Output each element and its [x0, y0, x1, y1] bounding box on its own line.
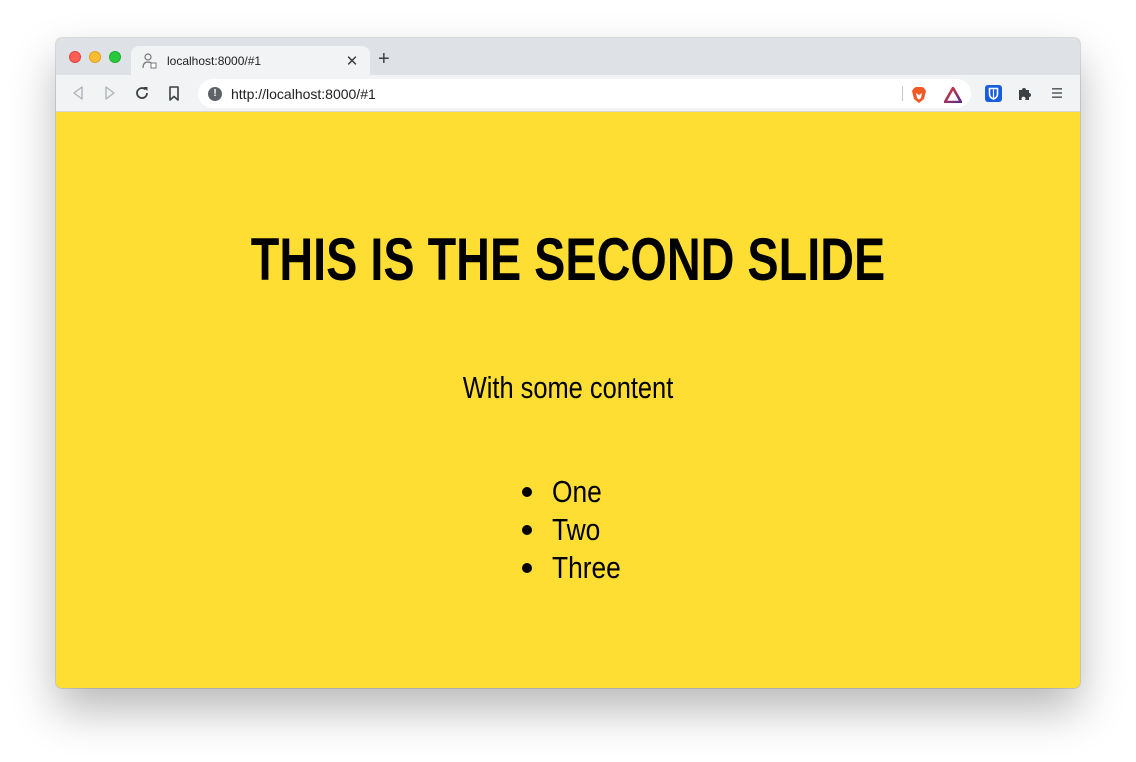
url-text[interactable]: http://localhost:8000/#1	[231, 86, 376, 102]
user-agent-icon	[141, 52, 157, 69]
bookmark-icon[interactable]	[164, 83, 184, 103]
bullet-icon	[522, 525, 532, 535]
slide-title: THIS IS THE SECOND SLIDE	[250, 226, 886, 293]
maximize-window-button[interactable]	[109, 51, 121, 63]
extensions-puzzle-icon[interactable]	[1016, 84, 1034, 102]
back-icon[interactable]	[68, 83, 88, 103]
new-tab-button[interactable]: +	[378, 49, 390, 69]
list-item: Two	[522, 511, 633, 549]
tab-strip: localhost:8000/#1 ✕ +	[56, 38, 1080, 75]
browser-tab[interactable]: localhost:8000/#1 ✕	[131, 46, 370, 75]
slide-subtitle: With some content	[462, 370, 674, 405]
info-icon[interactable]: !	[208, 86, 222, 101]
list-item-text: Three	[552, 550, 621, 585]
list-item: Three	[522, 549, 633, 587]
tab-close-icon[interactable]: ✕	[344, 52, 360, 70]
slide-list: One Two Three	[522, 473, 633, 587]
address-bar[interactable]: ! http://localhost:8000/#1	[198, 79, 971, 108]
list-item: One	[522, 473, 633, 511]
list-item-text: Two	[552, 512, 601, 547]
browser-toolbar: ! http://localhost:8000/#1	[56, 75, 1080, 112]
forward-icon[interactable]	[100, 83, 120, 103]
menu-icon[interactable]	[1048, 84, 1066, 102]
brave-shields-icon[interactable]	[910, 86, 928, 104]
reload-icon[interactable]	[132, 83, 152, 103]
minimize-window-button[interactable]	[89, 51, 101, 63]
browser-window: localhost:8000/#1 ✕ + ! http://localhost…	[56, 38, 1080, 688]
bullet-icon	[522, 563, 532, 573]
slide: THIS IS THE SECOND SLIDE With some conte…	[56, 113, 1080, 688]
tab-title: localhost:8000/#1	[167, 53, 262, 68]
close-window-button[interactable]	[69, 51, 81, 63]
brave-rewards-icon[interactable]	[944, 86, 962, 104]
omnibox-divider	[902, 86, 903, 101]
list-item-text: One	[552, 474, 602, 509]
bullet-icon	[522, 487, 532, 497]
bitwarden-icon[interactable]	[984, 84, 1002, 102]
